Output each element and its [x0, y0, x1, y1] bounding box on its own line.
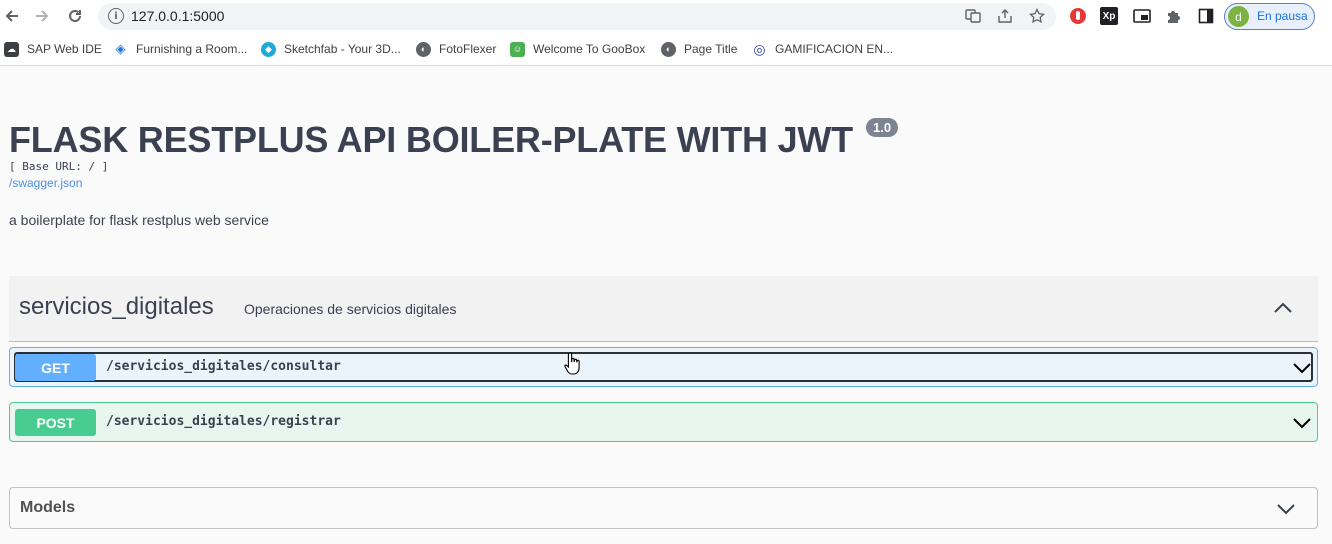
chevron-down-icon[interactable]: [1276, 499, 1296, 519]
operation-get-consultar[interactable]: GET /servicios_digitales/consultar: [9, 347, 1318, 387]
xp-icon[interactable]: Xp: [1100, 7, 1118, 25]
operation-path: /servicios_digitales/consultar: [106, 359, 341, 374]
site-info-icon[interactable]: i: [108, 8, 124, 24]
method-badge: GET: [15, 354, 96, 381]
bookmark-label: Furnishing a Room...: [136, 42, 248, 56]
models-section[interactable]: Models: [9, 487, 1318, 529]
bookmark-label: Sketchfab - Your 3D...: [284, 42, 401, 56]
swagger-page: FLASK RESTPLUS API BOILER-PLATE WITH JWT…: [0, 67, 1332, 544]
bookmark-furnishing[interactable]: ◈ Furnishing a Room...: [113, 40, 248, 58]
chevron-down-icon[interactable]: [1292, 358, 1312, 378]
spiral-icon: ◎: [753, 40, 766, 57]
globe-icon: ◐: [416, 41, 431, 57]
swagger-json-link[interactable]: /swagger.json: [9, 176, 82, 190]
translate-icon[interactable]: [964, 7, 982, 25]
chevron-up-icon[interactable]: [1271, 296, 1295, 320]
cube-icon: ◈: [115, 41, 126, 56]
version-badge: 1.0: [866, 118, 899, 137]
bookmark-goobox[interactable]: ☺ Welcome To GooBox: [510, 40, 645, 58]
operation-path: /servicios_digitales/registrar: [106, 414, 341, 429]
bookmark-fotoflexer[interactable]: ◐ FotoFlexer: [416, 40, 496, 58]
bookmark-star-icon[interactable]: [1028, 7, 1046, 25]
bookmark-label: FotoFlexer: [439, 42, 497, 56]
adblock-icon[interactable]: [1068, 6, 1088, 26]
bookmark-label: Welcome To GooBox: [533, 42, 646, 56]
base-url: [ Base URL: / ]: [9, 160, 109, 173]
profile-button[interactable]: d En pausa: [1224, 3, 1315, 30]
back-icon[interactable]: [0, 4, 24, 28]
forward-icon[interactable]: [30, 4, 54, 28]
tag-header-servicios-digitales[interactable]: servicios_digitales Operaciones de servi…: [9, 276, 1318, 342]
operation-post-registrar[interactable]: POST /servicios_digitales/registrar: [9, 402, 1318, 442]
bookmark-sketchfab[interactable]: ◆ Sketchfab - Your 3D...: [261, 40, 401, 58]
method-badge: POST: [15, 409, 96, 436]
avatar: d: [1228, 6, 1249, 27]
bookmarks-bar: ☁ SAP Web IDE ◈ Furnishing a Room... ◆ S…: [0, 33, 1332, 66]
chevron-down-icon[interactable]: [1292, 413, 1312, 433]
pip-icon[interactable]: [1132, 6, 1152, 26]
bookmark-gamificacion[interactable]: ◎ GAMIFICACION EN...: [752, 40, 893, 58]
reload-icon[interactable]: [63, 4, 87, 28]
globe-icon: ◐: [661, 41, 676, 57]
models-label: Models: [20, 499, 76, 516]
tag-name: servicios_digitales: [19, 293, 214, 320]
api-title: FLASK RESTPLUS API BOILER-PLATE WITH JWT: [9, 119, 853, 160]
bookmark-page-title[interactable]: ◐ Page Title: [661, 40, 737, 58]
sidepanel-icon[interactable]: [1196, 6, 1216, 26]
hand-cursor-icon: [564, 352, 580, 375]
share-icon[interactable]: [996, 7, 1014, 25]
api-description: a boilerplate for flask restplus web ser…: [9, 212, 269, 228]
goobox-icon: ☺: [510, 41, 525, 57]
bookmark-label: SAP Web IDE: [27, 42, 102, 56]
sketchfab-icon: ◆: [261, 41, 276, 57]
bookmark-label: GAMIFICACION EN...: [775, 42, 894, 56]
puzzle-icon[interactable]: [1164, 6, 1184, 26]
bookmark-label: Page Title: [684, 42, 738, 56]
tag-description: Operaciones de servicios digitales: [244, 301, 457, 317]
profile-status: En pausa: [1257, 9, 1308, 23]
sap-icon: ☁: [4, 41, 19, 57]
browser-toolbar: i 127.0.0.1:5000 Xp d En pausa: [0, 0, 1332, 33]
url-text: 127.0.0.1:5000: [131, 8, 225, 24]
bookmark-sap-web-ide[interactable]: ☁ SAP Web IDE: [4, 40, 102, 58]
address-bar[interactable]: i 127.0.0.1:5000: [98, 3, 1056, 30]
